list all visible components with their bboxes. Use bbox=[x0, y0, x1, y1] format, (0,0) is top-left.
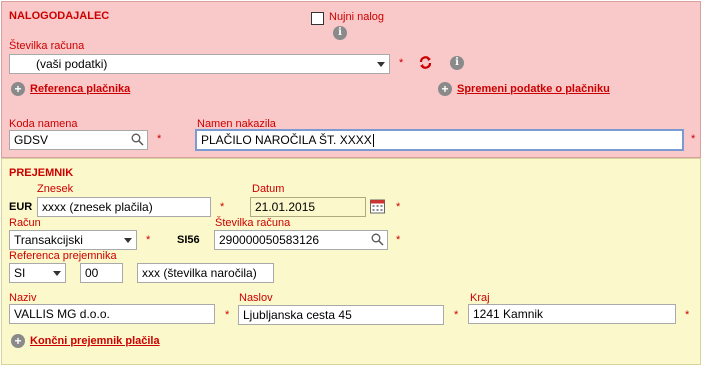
plus-icon[interactable]: + bbox=[11, 334, 25, 348]
required-marker: * bbox=[396, 201, 401, 213]
required-marker: * bbox=[454, 309, 459, 321]
reference-label: Referenca prejemnika bbox=[9, 250, 117, 262]
account-type-select[interactable]: Transakcijski bbox=[9, 230, 137, 250]
plus-icon[interactable]: + bbox=[11, 82, 25, 96]
purpose-code-label: Koda namena bbox=[9, 118, 78, 130]
recipient-account-value: 290000050583126 bbox=[219, 233, 320, 247]
required-marker: * bbox=[225, 309, 230, 321]
purpose-value: PLAČILO NAROČILA ŠT. XXXX bbox=[201, 133, 372, 147]
required-marker: * bbox=[396, 234, 401, 246]
info-icon[interactable]: i bbox=[333, 26, 347, 40]
ref-number-value: xxx (številka naročila) bbox=[142, 266, 257, 280]
payer-account-select[interactable]: (vaši podatki) bbox=[9, 54, 390, 74]
required-marker: * bbox=[399, 57, 404, 69]
date-label: Datum bbox=[252, 183, 285, 195]
date-value: 21.01.2015 bbox=[255, 200, 316, 214]
payer-reference-link[interactable]: Referenca plačnika bbox=[30, 83, 130, 95]
recipient-account-label: Številka računa bbox=[215, 217, 291, 229]
chevron-down-icon bbox=[377, 62, 385, 67]
search-icon[interactable] bbox=[371, 233, 384, 249]
change-payer-link[interactable]: Spremeni podatke o plačniku bbox=[457, 83, 610, 95]
currency-label: EUR bbox=[9, 201, 33, 213]
urgent-checkbox[interactable] bbox=[311, 12, 324, 25]
city-label: Kraj bbox=[470, 292, 490, 304]
account-type-label: Račun bbox=[9, 217, 41, 229]
urgent-label: Nujni nalog bbox=[329, 11, 385, 23]
address-label: Naslov bbox=[239, 292, 273, 304]
required-marker: * bbox=[691, 133, 696, 145]
account-label: Številka računa bbox=[9, 40, 85, 52]
amount-value: xxxx (znesek plačila) bbox=[42, 200, 153, 214]
recipient-section-title: PREJEMNIK bbox=[9, 167, 74, 179]
address-value: Ljubljanska cesta 45 bbox=[243, 308, 352, 322]
search-icon[interactable] bbox=[131, 133, 144, 149]
required-marker: * bbox=[220, 201, 225, 213]
amount-label: Znesek bbox=[37, 183, 74, 195]
ref-model-value: 00 bbox=[85, 266, 99, 280]
name-value: VALLIS MG d.o.o. bbox=[14, 307, 110, 321]
date-field[interactable]: 21.01.2015 bbox=[250, 197, 366, 217]
required-marker: * bbox=[157, 133, 162, 145]
address-field[interactable]: Ljubljanska cesta 45 bbox=[238, 305, 444, 325]
payer-section-title: NALOGODAJALEC bbox=[9, 10, 110, 22]
purpose-code-value: GDSV bbox=[14, 133, 49, 147]
chevron-down-icon bbox=[124, 238, 132, 243]
ref-country-value: SI bbox=[14, 266, 26, 280]
text-cursor bbox=[372, 134, 374, 148]
ref-model-field[interactable]: 00 bbox=[80, 263, 123, 283]
recipient-account-field[interactable]: 290000050583126 bbox=[214, 230, 388, 250]
purpose-code-field[interactable]: GDSV bbox=[9, 130, 148, 150]
required-marker: * bbox=[146, 234, 151, 246]
ref-country-select[interactable]: SI bbox=[9, 263, 66, 283]
name-field[interactable]: VALLIS MG d.o.o. bbox=[9, 304, 215, 324]
ref-number-field[interactable]: xxx (številka naročila) bbox=[137, 263, 274, 283]
required-marker: * bbox=[685, 309, 690, 321]
city-value: 1241 Kamnik bbox=[473, 307, 544, 321]
refresh-icon[interactable] bbox=[418, 55, 433, 70]
chevron-down-icon bbox=[53, 271, 61, 276]
iban-prefix: SI56 bbox=[177, 234, 200, 246]
info-icon[interactable]: i bbox=[450, 56, 464, 70]
payer-account-value: (vaši podatki) bbox=[36, 57, 108, 71]
account-type-value: Transakcijski bbox=[14, 233, 83, 247]
amount-field[interactable]: xxxx (znesek plačila) bbox=[37, 197, 211, 217]
purpose-field[interactable]: PLAČILO NAROČILA ŠT. XXXX bbox=[195, 129, 684, 151]
calendar-icon[interactable] bbox=[370, 198, 385, 214]
plus-icon[interactable]: + bbox=[438, 82, 452, 96]
name-label: Naziv bbox=[9, 292, 37, 304]
final-recipient-link[interactable]: Končni prejemnik plačila bbox=[30, 335, 160, 347]
city-field[interactable]: 1241 Kamnik bbox=[468, 304, 676, 324]
